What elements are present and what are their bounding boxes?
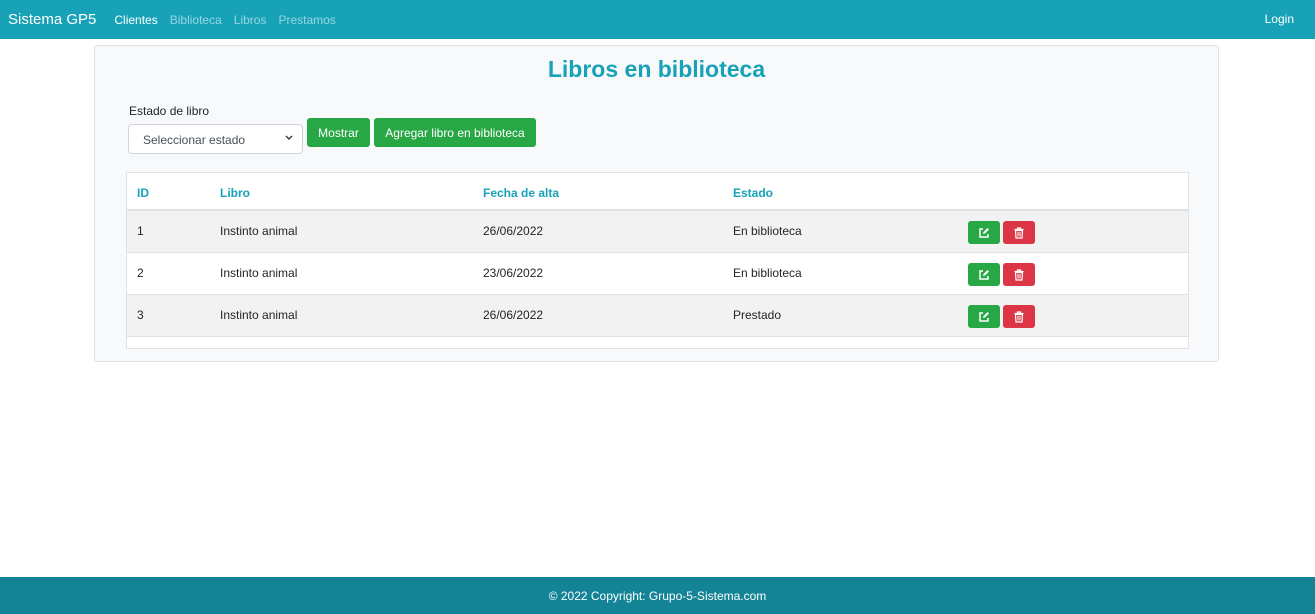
navbar: Sistema GP5 Clientes Biblioteca Libros P… xyxy=(0,0,1315,39)
trash-icon xyxy=(1014,310,1024,323)
cell-estado: En biblioteca xyxy=(733,266,802,280)
table-row: 3 Instinto animal 26/06/2022 Prestado xyxy=(127,295,1188,337)
cell-libro: Instinto animal xyxy=(220,266,298,280)
estado-select[interactable]: Seleccionar estado xyxy=(128,124,303,154)
login-link[interactable]: Login xyxy=(1265,12,1294,26)
mostrar-button[interactable]: Mostrar xyxy=(307,118,370,147)
nav-link-prestamos[interactable]: Prestamos xyxy=(278,13,335,27)
delete-button[interactable] xyxy=(1003,221,1035,244)
cell-estado: Prestado xyxy=(733,308,782,322)
header-id: ID xyxy=(137,186,149,200)
table-row: 2 Instinto animal 23/06/2022 En bibliote… xyxy=(127,253,1188,295)
edit-icon xyxy=(979,311,989,322)
delete-button[interactable] xyxy=(1003,263,1035,286)
header-libro: Libro xyxy=(220,186,250,200)
table-row: 1 Instinto animal 26/06/2022 En bibliote… xyxy=(127,211,1188,253)
trash-icon xyxy=(1014,268,1024,281)
nav-link-clientes[interactable]: Clientes xyxy=(114,13,157,27)
nav-link-biblioteca[interactable]: Biblioteca xyxy=(170,13,222,27)
filter-label: Estado de libro xyxy=(129,104,210,118)
add-book-button[interactable]: Agregar libro en biblioteca xyxy=(374,118,536,147)
table-header: ID Libro Fecha de alta Estado xyxy=(127,173,1188,211)
main-card: Libros en biblioteca Estado de libro Sel… xyxy=(94,45,1219,362)
cell-fecha: 26/06/2022 xyxy=(483,224,544,238)
cell-libro: Instinto animal xyxy=(220,224,298,238)
cell-estado: En biblioteca xyxy=(733,224,802,238)
estado-select-value: Seleccionar estado xyxy=(143,133,246,147)
delete-button[interactable] xyxy=(1003,305,1035,328)
cell-id: 1 xyxy=(137,224,144,238)
edit-button[interactable] xyxy=(968,305,1000,328)
edit-icon xyxy=(979,269,989,280)
chevron-down-icon xyxy=(285,135,293,140)
copyright-text: © 2022 Copyright: Grupo-5-Sistema.com xyxy=(548,588,767,603)
cell-libro: Instinto animal xyxy=(220,308,298,322)
edit-button[interactable] xyxy=(968,263,1000,286)
books-table: ID Libro Fecha de alta Estado 1 Instinto… xyxy=(126,172,1189,349)
nav-link-libros[interactable]: Libros xyxy=(234,13,267,27)
cell-fecha: 23/06/2022 xyxy=(483,266,544,280)
cell-id: 2 xyxy=(137,266,144,280)
footer: © 2022 Copyright: Grupo-5-Sistema.com xyxy=(0,577,1315,614)
header-estado: Estado xyxy=(733,186,774,200)
edit-button[interactable] xyxy=(968,221,1000,244)
cell-fecha: 26/06/2022 xyxy=(483,308,544,322)
trash-icon xyxy=(1014,226,1024,239)
header-fecha: Fecha de alta xyxy=(483,186,560,200)
edit-icon xyxy=(979,227,989,238)
brand[interactable]: Sistema GP5 xyxy=(8,11,96,28)
page-title: Libros en biblioteca xyxy=(547,56,766,82)
cell-id: 3 xyxy=(137,308,144,322)
